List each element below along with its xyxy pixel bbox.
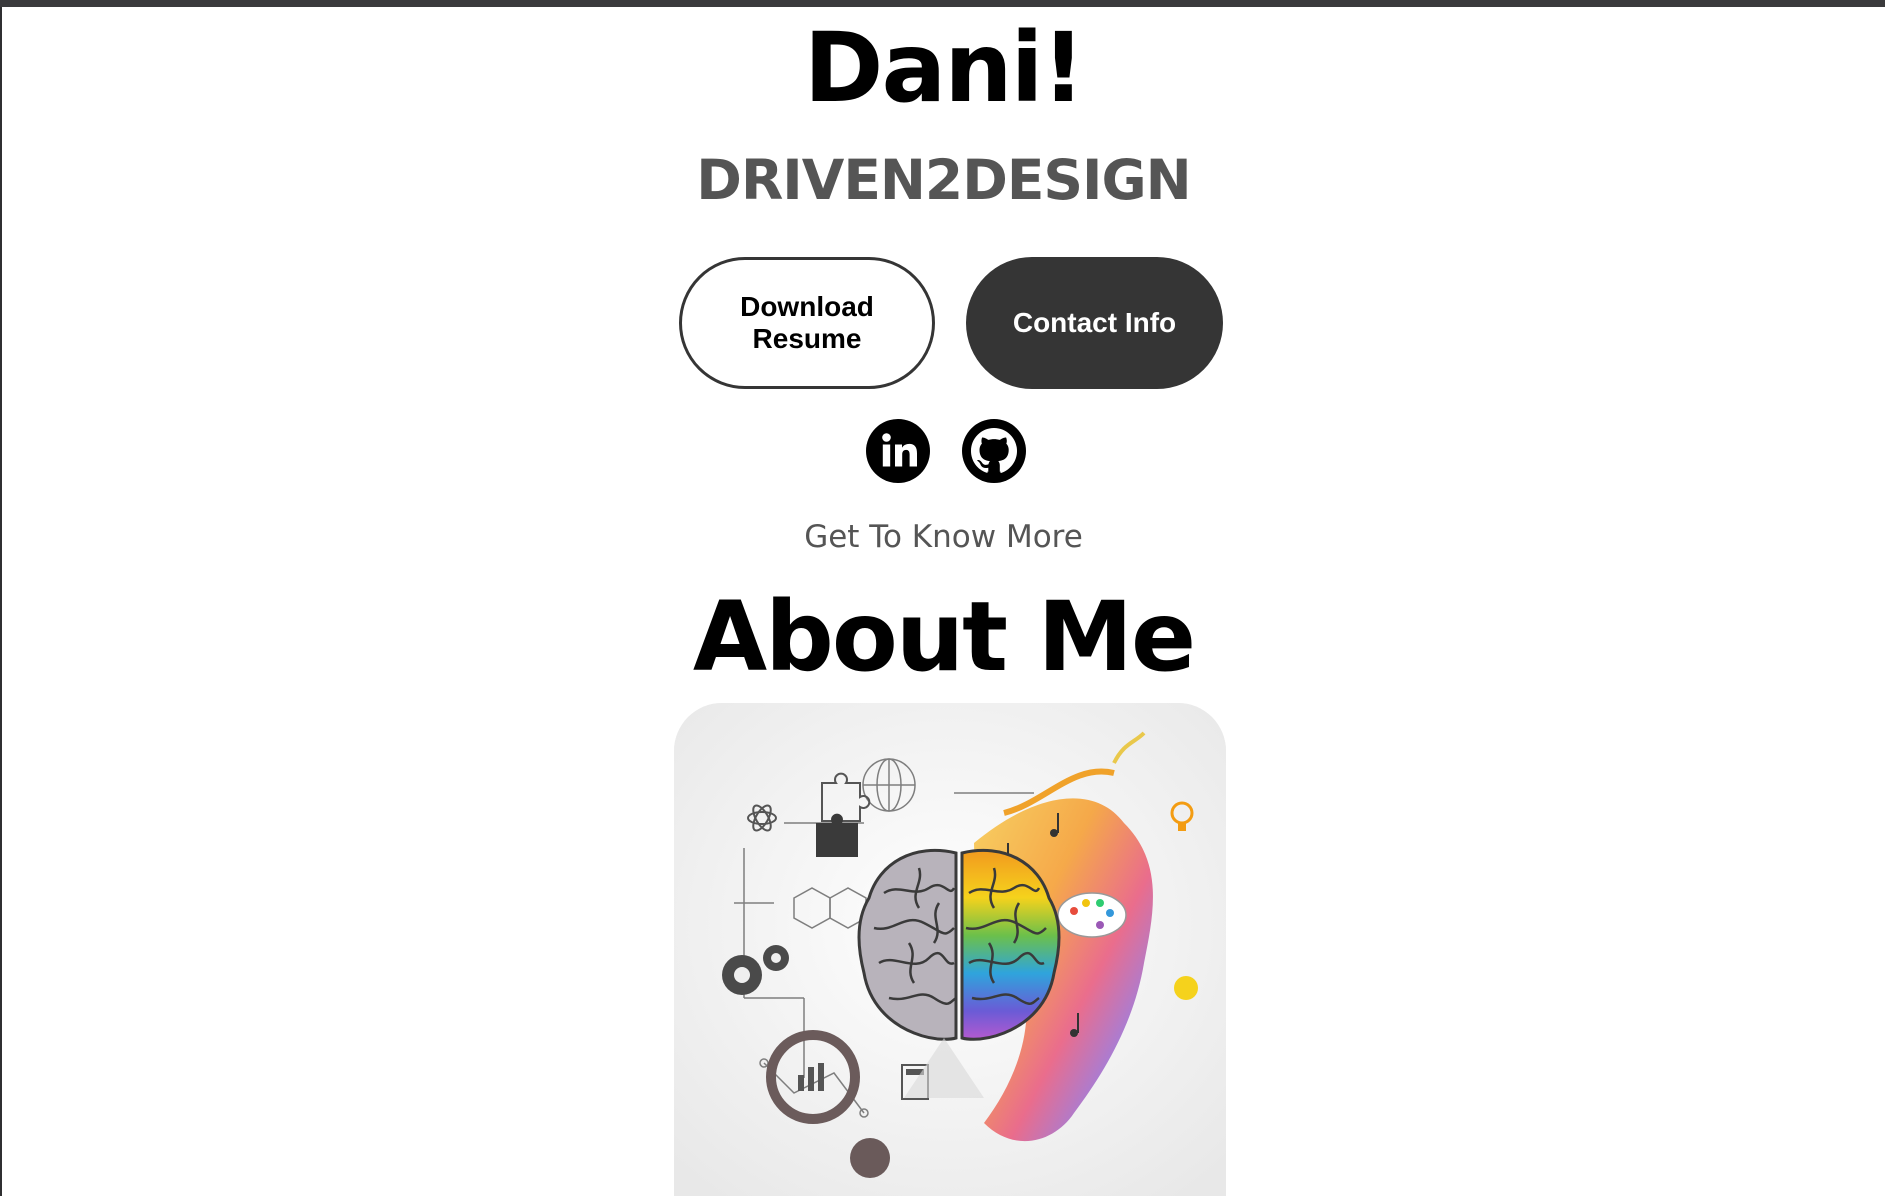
get-to-know-more-text: Get To Know More	[804, 519, 1083, 555]
hero-name: Dani!	[803, 12, 1086, 124]
brain-illustration	[674, 703, 1226, 1196]
about-me-title: About Me	[692, 581, 1196, 693]
contact-info-label: Contact Info	[1012, 307, 1177, 338]
contact-info-button[interactable]: Contact Info	[966, 257, 1223, 389]
download-resume-label: Download Resume	[740, 291, 874, 354]
window-top-bar	[0, 0, 1885, 7]
linkedin-icon[interactable]	[866, 419, 930, 483]
github-icon[interactable]	[962, 419, 1026, 483]
download-resume-button[interactable]: Download Resume	[679, 257, 935, 389]
portfolio-page: Dani! DRIVEN2DESIGN Download Resume Cont…	[2, 7, 1885, 1196]
hero-subtitle: DRIVEN2DESIGN	[696, 148, 1191, 212]
